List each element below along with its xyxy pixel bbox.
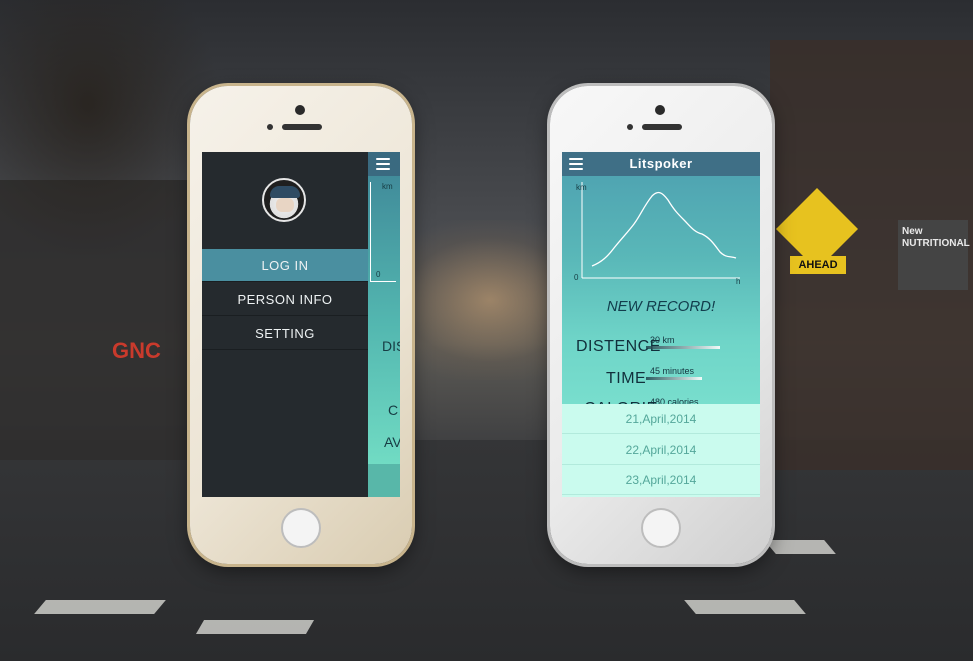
side-menu: LOG IN PERSON INFO SETTING (202, 152, 368, 497)
new-record-label: NEW RECORD! (606, 298, 716, 315)
home-button[interactable] (281, 508, 321, 548)
stat-label-time: TIME (606, 370, 647, 387)
front-camera (295, 105, 305, 115)
earpiece-speaker (282, 124, 322, 130)
avatar-face (276, 198, 294, 212)
crosswalk-stripe (34, 600, 166, 614)
stat-bar-time (646, 377, 702, 380)
chart-y-unit: km (576, 183, 587, 192)
date-list-item[interactable]: 22,April,2014 (562, 435, 760, 465)
activity-screen: Litspoker km 0 h NEW RECORD! DISTENCE 30… (562, 152, 760, 497)
stat-value-time: 45 minutes (650, 366, 695, 376)
home-button[interactable] (641, 508, 681, 548)
avatar-hat (270, 186, 300, 198)
phone-silver: Litspoker km 0 h NEW RECORD! DISTENCE 30… (550, 86, 772, 564)
avatar[interactable] (262, 178, 306, 222)
chart-x-unit: h (736, 277, 740, 286)
left-screen: LOG IN PERSON INFO SETTING km 0 DIS C AV (202, 152, 400, 497)
history-date-list: 21,April,2014 22,April,2014 23,April,201… (562, 404, 760, 497)
stat-bar-distance (646, 346, 720, 349)
elevation-chart: km 0 h (574, 182, 740, 286)
menu-item-log-in[interactable]: LOG IN (202, 249, 368, 282)
crosswalk-stripe (684, 600, 806, 614)
main-view-peek[interactable]: km 0 DIS C AV (368, 152, 400, 497)
proximity-sensor (267, 124, 273, 130)
date-list-item[interactable]: 21,April,2014 (562, 404, 760, 434)
front-camera (655, 105, 665, 115)
store-sign-gnc: GNC (112, 338, 161, 363)
hamburger-menu-icon[interactable] (376, 158, 390, 170)
crosswalk-stripe (195, 620, 315, 634)
app-title: Litspoker (629, 156, 693, 171)
peek-text-distance: DIS (382, 338, 400, 354)
date-list-item[interactable]: 23,April,2014 (562, 465, 760, 495)
app-header: Litspoker (562, 152, 760, 176)
right-screen: Litspoker km 0 h NEW RECORD! DISTENCE 30… (562, 152, 760, 497)
crosswalk-stripe (764, 540, 836, 554)
ahead-sign-label: AHEAD (790, 256, 846, 274)
menu-item-setting[interactable]: SETTING (202, 317, 368, 350)
peek-zero-label: 0 (376, 270, 381, 279)
proximity-sensor (627, 124, 633, 130)
peek-text-average: AV (384, 434, 400, 450)
peek-km-label: km (382, 182, 393, 191)
stat-value-distance: 30 km (650, 335, 675, 345)
earpiece-speaker (642, 124, 682, 130)
elevation-line (591, 191, 737, 267)
chart-origin: 0 (574, 273, 579, 282)
peek-list-row (368, 464, 400, 497)
peek-text-calorie: C (388, 402, 399, 418)
phone-gold: LOG IN PERSON INFO SETTING km 0 DIS C AV (190, 86, 412, 564)
nutrition-store-sign: New NUTRITIONAL (898, 220, 970, 290)
menu-item-person-info[interactable]: PERSON INFO (202, 283, 368, 316)
tree (0, 0, 220, 260)
peek-chart-axes (370, 182, 396, 282)
